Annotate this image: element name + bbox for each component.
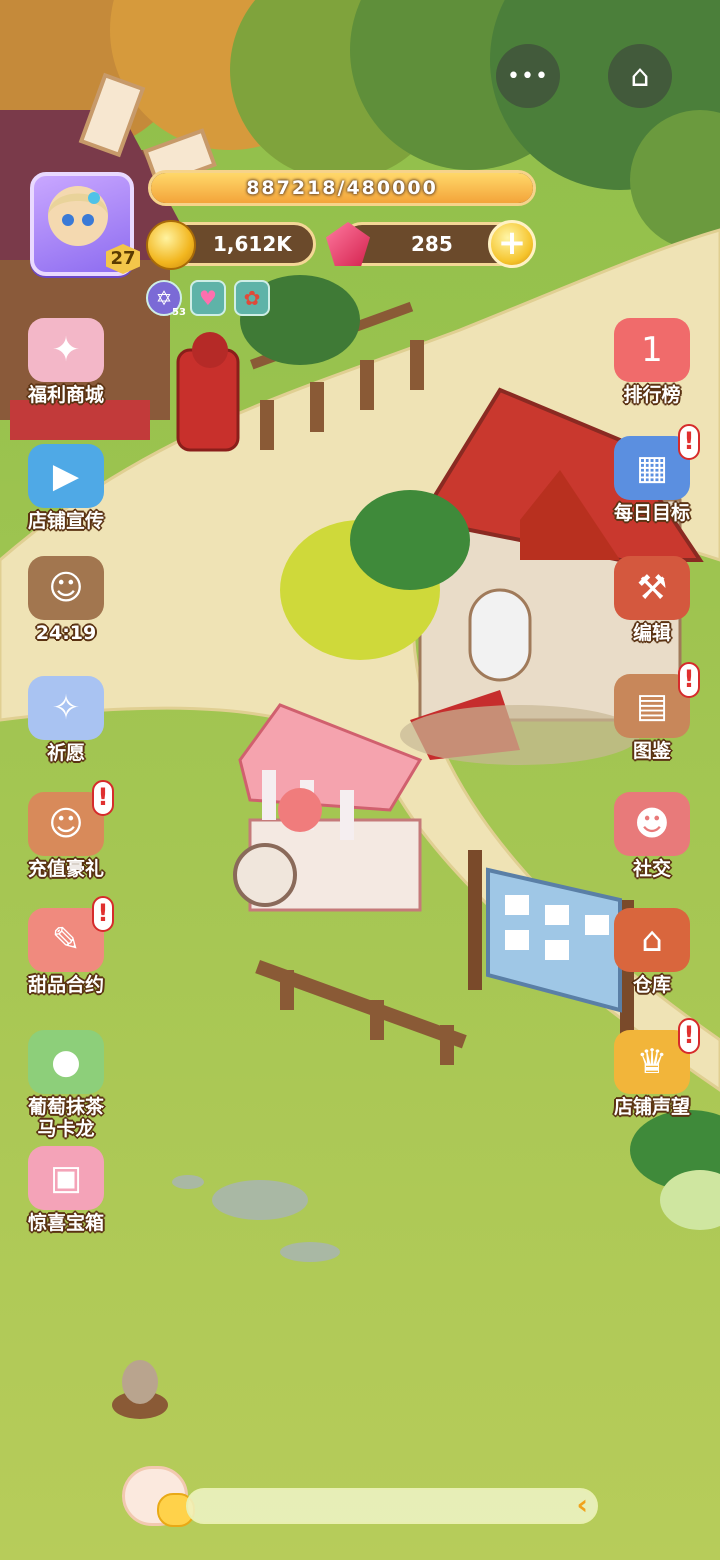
experience-bar: 887218/480000 [148, 170, 536, 206]
leaderboard-icon-glyph: 1 [641, 330, 663, 370]
warehouse-icon: ⌂ [614, 908, 690, 972]
edit-icon: ⚒ [614, 556, 690, 620]
shop-reputation-icon: ♛! [614, 1018, 700, 1094]
npc-timer-icon: ☺ [28, 556, 104, 620]
more-dots-icon: ••• [507, 63, 549, 89]
welfare-shop-icon: ✦ [28, 318, 104, 382]
star-buff-glyph: ✡ [155, 286, 173, 310]
alert-exclamation-icon: ! [92, 780, 114, 816]
heart-buff-icon[interactable]: ♥ [190, 280, 226, 316]
menu-button-social[interactable]: ☻ 社交 [602, 792, 702, 880]
daily-goals-label: 每日目标 [613, 502, 690, 524]
shop-promo-label: 店铺宣传 [27, 510, 104, 532]
npc-timer-label: 24:19 [35, 622, 97, 644]
dessert-contract-icon: ✎! [28, 896, 114, 972]
shop-reputation-icon-glyph: ♛ [636, 1042, 668, 1082]
chat-emoji-button[interactable] [122, 1466, 195, 1527]
recharge-gift-label: 充值豪礼 [27, 858, 104, 880]
chat-input-bar[interactable]: ‹ [186, 1488, 598, 1524]
recharge-gift-icon: ☺! [28, 780, 114, 856]
grape-matcha-label: 葡萄抹茶 马卡龙 [27, 1096, 104, 1140]
coin-icon [146, 220, 196, 270]
daily-goals-icon-glyph: ▦ [635, 448, 669, 488]
welfare-shop-icon-glyph: ✦ [51, 330, 81, 370]
dessert-contract-label: 甜品合约 [27, 974, 104, 996]
wish-label: 祈愿 [46, 742, 85, 764]
flower-buff-glyph: ✿ [243, 286, 261, 310]
surprise-box-label: 惊喜宝箱 [27, 1212, 104, 1234]
welfare-shop-label: 福利商城 [27, 384, 104, 406]
dessert-contract-icon-glyph: ✎ [51, 920, 81, 960]
wish-icon: ✧ [28, 676, 104, 740]
collection-label: 图鉴 [632, 740, 671, 762]
menu-button-daily-goals[interactable]: ▦! 每日目标 [602, 424, 702, 524]
social-label: 社交 [632, 858, 671, 880]
social-icon-glyph: ☻ [634, 804, 670, 844]
shop-promo-icon-glyph: ▶ [52, 456, 80, 496]
edit-label: 编辑 [632, 622, 671, 644]
alert-exclamation-icon: ! [678, 1018, 700, 1054]
alert-exclamation-icon: ! [92, 896, 114, 932]
shop-promo-icon: ▶ [28, 444, 104, 508]
red-mailbox [176, 332, 240, 452]
alert-exclamation-icon: ! [678, 424, 700, 460]
home-button[interactable]: ⌂ [608, 44, 672, 108]
home-icon: ⌂ [630, 58, 650, 94]
surprise-box-icon: ▣ [28, 1146, 104, 1210]
menu-button-npc-timer[interactable]: ☺ 24:19 [16, 556, 116, 644]
menu-button-wish[interactable]: ✧ 祈愿 [16, 676, 116, 764]
collection-icon: ▤! [614, 662, 700, 738]
alert-exclamation-icon: ! [678, 662, 700, 698]
menu-button-shop-promo[interactable]: ▶ 店铺宣传 [16, 444, 116, 532]
grape-matcha-icon: ● [28, 1030, 104, 1094]
recharge-gift-icon-glyph: ☺ [48, 804, 84, 844]
social-icon: ☻ [614, 792, 690, 856]
shop-reputation-label: 店铺声望 [613, 1096, 690, 1118]
flower-buff-icon[interactable]: ✿ [234, 280, 270, 316]
wish-icon-glyph: ✧ [51, 688, 81, 728]
menu-button-warehouse[interactable]: ⌂ 仓库 [602, 908, 702, 996]
menu-button-dessert-contract[interactable]: ✎! 甜品合约 [16, 896, 116, 996]
more-menu-button[interactable]: ••• [496, 44, 560, 108]
experience-text: 887218/480000 [246, 177, 438, 199]
menu-button-grape-matcha[interactable]: ● 葡萄抹茶 马卡龙 [16, 1030, 116, 1140]
star-buff-count: 53 [172, 307, 186, 318]
daily-goals-icon: ▦! [614, 424, 700, 500]
grape-matcha-icon-glyph: ● [51, 1042, 81, 1082]
warehouse-icon-glyph: ⌂ [641, 920, 663, 960]
menu-button-leaderboard[interactable]: 1 排行榜 [602, 318, 702, 406]
menu-button-recharge-gift[interactable]: ☺! 充值豪礼 [16, 780, 116, 880]
leaderboard-icon: 1 [614, 318, 690, 382]
menu-button-edit[interactable]: ⚒ 编辑 [602, 556, 702, 644]
chat-collapse-arrow-icon[interactable]: ‹ [576, 1490, 588, 1520]
menu-button-shop-reputation[interactable]: ♛! 店铺声望 [602, 1018, 702, 1118]
menu-button-collection[interactable]: ▤! 图鉴 [602, 662, 702, 762]
gem-amount: 285 [411, 232, 453, 256]
heart-buff-glyph: ♥ [199, 286, 217, 310]
leaderboard-label: 排行榜 [623, 384, 681, 406]
warehouse-label: 仓库 [632, 974, 671, 996]
menu-button-welfare-shop[interactable]: ✦ 福利商城 [16, 318, 116, 406]
coin-amount: 1,612K [213, 232, 292, 256]
edit-icon-glyph: ⚒ [636, 568, 668, 608]
add-gems-button[interactable]: + [488, 220, 536, 268]
collection-icon-glyph: ▤ [635, 686, 669, 726]
surprise-box-icon-glyph: ▣ [49, 1158, 83, 1198]
menu-button-surprise-box[interactable]: ▣ 惊喜宝箱 [16, 1146, 116, 1234]
npc-timer-icon-glyph: ☺ [48, 568, 84, 608]
